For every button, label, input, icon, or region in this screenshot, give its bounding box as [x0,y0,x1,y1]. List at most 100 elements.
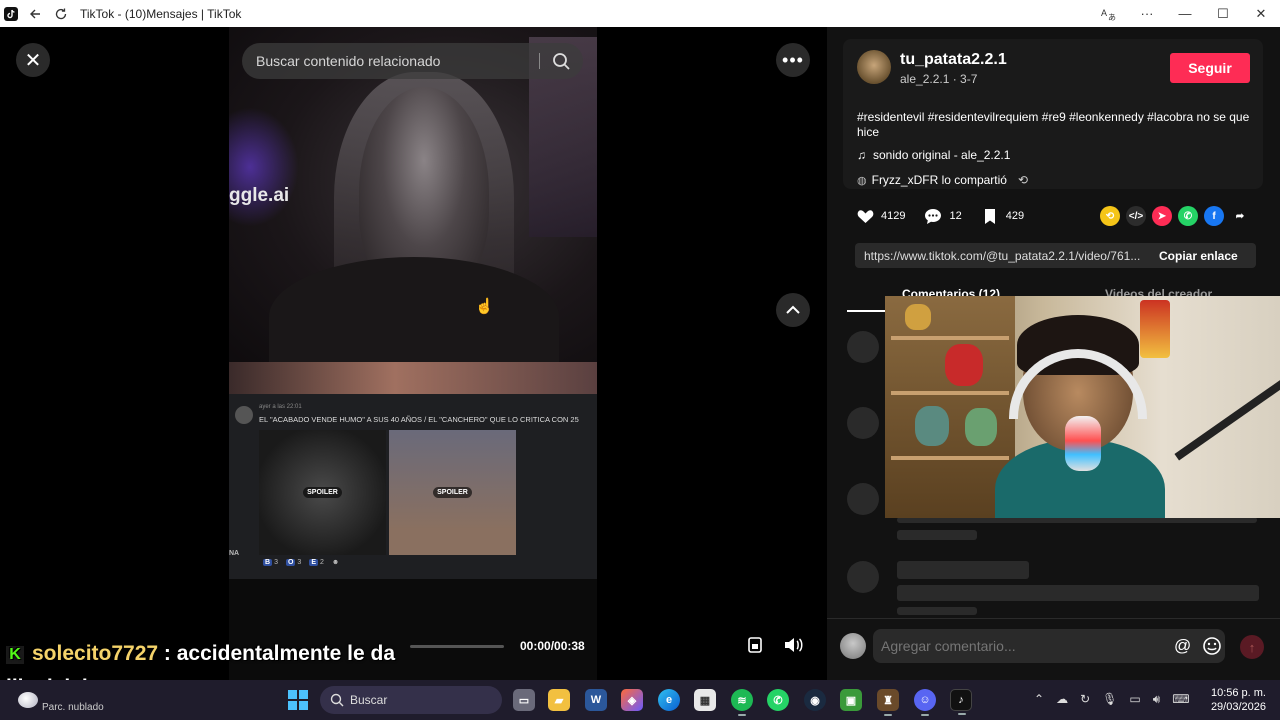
search-icon [330,693,344,707]
svg-text:あ: あ [1108,13,1116,21]
comment-icon [923,206,943,226]
shelf-row [891,391,1009,395]
whatsapp-icon[interactable]: ✆ [1178,206,1198,226]
plush-toy [945,344,983,386]
speaker-icon[interactable]: 🔊︎ [1153,692,1161,707]
edge-icon[interactable]: e [658,689,680,711]
share-arrow-icon[interactable]: ➦ [1230,206,1250,226]
send-message-icon[interactable]: ➤ [1152,206,1172,226]
discord-avatar [235,406,253,424]
shared-by-text: Fryzz_xDFR lo compartió [871,173,1007,187]
facebook-icon[interactable]: f [1204,206,1224,226]
save-button[interactable]: 429 [980,206,1024,226]
my-avatar [840,633,866,659]
streamer [995,315,1165,518]
windows-start-icon[interactable] [288,690,308,710]
related-search-placeholder: Buscar contenido relacionado [256,53,441,69]
skeleton-line [897,530,977,540]
video-watermark: ggle.ai [229,185,290,206]
plush-toy [915,406,949,446]
reload-button[interactable] [48,0,74,27]
sync-icon[interactable]: ↻ [1080,692,1090,707]
store-icon[interactable]: ▦ [694,689,716,711]
reaction: E2 [309,559,324,566]
kick-icon: K [6,646,24,664]
volume-icon[interactable] [778,630,808,660]
svg-text:A: A [1101,8,1107,18]
word-icon[interactable]: W [585,689,607,711]
discord-icon[interactable]: ☺ [914,689,936,716]
taskbar-search-label: Buscar [350,693,388,707]
emoji-icon[interactable] [1202,636,1222,656]
translate-icon[interactable]: Aあ [1090,0,1128,27]
close-window-button[interactable]: ✕ [1242,0,1280,27]
game-icon[interactable]: ♜ [877,689,899,716]
mention-icon[interactable]: @ [1174,636,1191,656]
skeleton-avatar [847,561,879,593]
comment-count: 12 [949,210,962,222]
spoiler-label: SPOILER [433,487,472,498]
copy-link-button[interactable]: Copiar enlace [1159,249,1238,263]
skeleton-line [897,585,1259,601]
skeleton-avatar [847,331,879,363]
cloud-tray-icon[interactable]: ☁ [1056,692,1068,707]
weather-widget[interactable]: Parc. nublado [16,686,126,714]
comment-bar: @ ↑ [827,618,1280,680]
back-button[interactable] [22,0,48,27]
previous-video-button[interactable] [776,293,810,327]
window-title: TikTok - (10)Mensajes | TikTok [80,6,242,21]
close-icon[interactable]: ✕ [16,43,50,77]
shelf-row [891,456,1009,460]
display-icon[interactable]: ▭ [1129,692,1140,707]
copilot-icon[interactable]: ◈ [621,689,643,711]
microphone-icon[interactable]: 🎙︎ [1102,692,1117,707]
follow-button[interactable]: Seguir [1170,53,1250,83]
pip-icon[interactable] [740,630,770,660]
minimize-button[interactable]: — [1166,0,1204,27]
comment-input[interactable] [873,629,1225,663]
active-tab-indicator [847,310,887,312]
post-comment-button[interactable]: ↑ [1240,635,1264,659]
app-icon[interactable]: ◉ [804,689,826,711]
spotify-icon[interactable]: ≋ [731,689,753,716]
embed-code-icon[interactable]: </> [1126,206,1146,226]
system-tray: ⌃ ☁ ↻ 🎙︎ ▭ 🔊︎ ⌨ [1034,692,1190,707]
avatar[interactable] [857,50,891,84]
repost-share-icon[interactable]: ⟲ [1100,206,1120,226]
hand-cursor-icon: ☝ [475,298,494,315]
more-options-button[interactable]: ••• [776,43,810,77]
minecraft-icon[interactable]: ▣ [840,689,862,711]
keyboard-icon[interactable]: ⌨ [1172,692,1189,707]
related-search-bar[interactable]: Buscar contenido relacionado [242,43,583,79]
save-count: 429 [1005,210,1025,222]
browser-title-bar: TikTok - (10)Mensajes | TikTok Aあ ··· — … [0,0,1280,27]
skeleton-line [897,607,977,615]
whatsapp-icon[interactable]: ✆ [767,689,789,711]
skeleton-avatar [847,407,879,439]
post-actions: 4129 12 429 [855,205,1042,227]
clock-date: 29/03/2026 [1210,701,1266,713]
taskbar-search[interactable]: Buscar [320,686,502,714]
chat-username: solecito7727 [32,642,159,665]
sound-link[interactable]: ♫ sonido original - ale_2.2.1 [857,148,1010,162]
comment-button[interactable]: 12 [923,206,962,226]
discord-meta: ayer a las 22:01 [259,404,302,410]
video-progress-bar[interactable] [410,645,504,648]
video-color-band [229,362,597,394]
post-caption: #residentevil #residentevilrequiem #re9 … [857,110,1250,139]
maximize-button[interactable]: ☐ [1204,0,1242,27]
emoji-reaction-icon: ☻ [331,559,340,566]
file-explorer-icon[interactable]: ▰ [548,689,570,711]
more-options-icon[interactable]: ··· [1128,0,1166,27]
tiktok-icon[interactable]: ♪ [950,689,972,715]
task-view-icon[interactable]: ▭ [513,689,535,711]
mic-arm [1174,379,1280,461]
video-frame[interactable]: ggle.ai Buscar contenido relacionado aye… [229,27,597,680]
chevron-up-icon[interactable]: ⌃ [1034,692,1044,707]
like-button[interactable]: 4129 [855,206,905,226]
shared-by: ◍ Fryzz_xDFR lo compartió ⟲ [857,173,1028,187]
search-icon[interactable] [551,51,571,71]
creator-username[interactable]: tu_patata2.2.1 [900,51,1007,69]
clock[interactable]: 10:56 p. m. 29/03/2026 [1206,686,1266,714]
video-url: https://www.tiktok.com/@tu_patata2.2.1/v… [864,248,1141,263]
